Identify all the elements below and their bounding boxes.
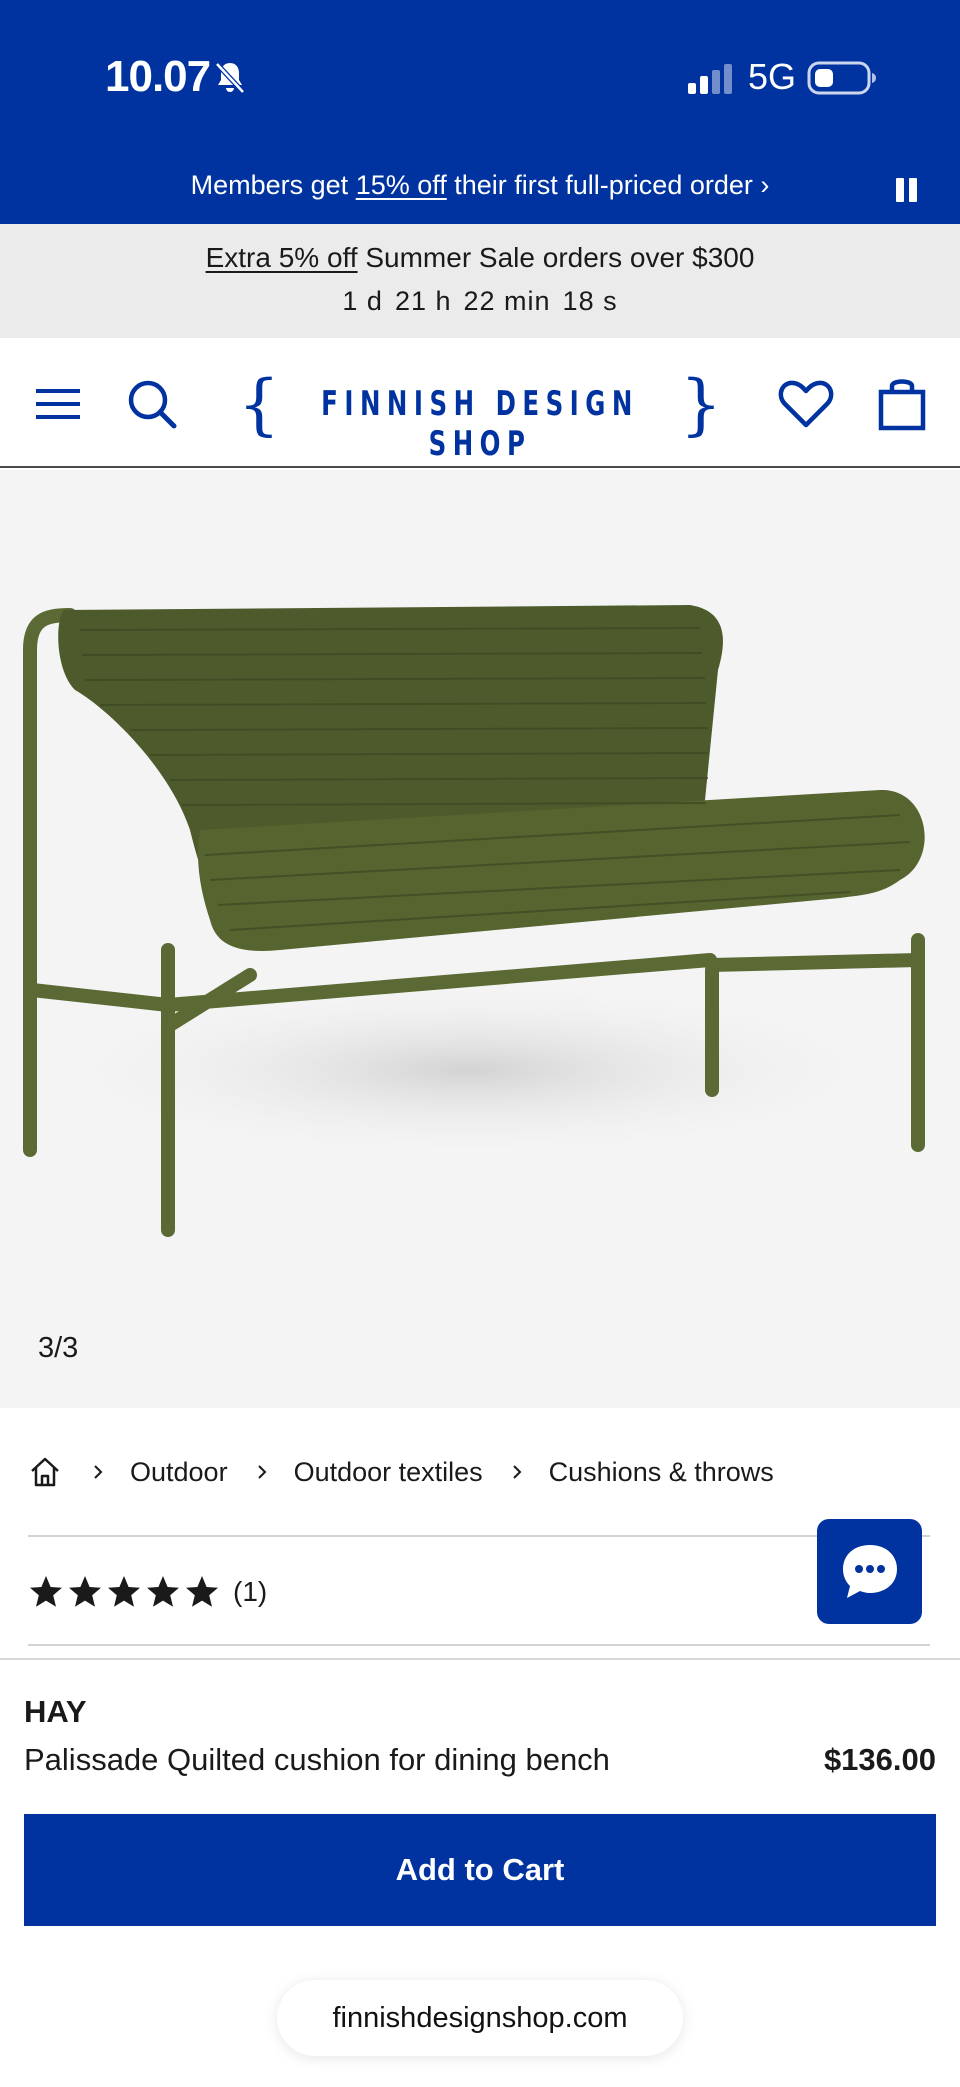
sale-text: Extra 5% off Summer Sale orders over $30…	[0, 242, 960, 274]
product-price: $136.00	[823, 1742, 936, 1777]
promo-prefix: Members get	[190, 170, 356, 200]
sale-banner[interactable]: Extra 5% off Summer Sale orders over $30…	[0, 224, 960, 338]
chevron-right-icon	[512, 1465, 522, 1479]
star-icon	[186, 1576, 218, 1607]
product-purchase-panel: HAY Palissade Quilted cushion for dining…	[0, 1658, 960, 2087]
status-bar: 10.07 5G	[0, 0, 960, 152]
breadcrumb-item[interactable]: Outdoor	[130, 1457, 228, 1488]
review-count[interactable]: (1)	[233, 1576, 267, 1608]
pause-icon[interactable]	[896, 178, 918, 202]
product-image-gallery[interactable]: 3/3	[0, 470, 960, 1408]
network-label: 5G	[748, 56, 797, 97]
signal-icon	[688, 64, 732, 94]
countdown-minutes: 22 min	[463, 286, 551, 316]
sale-highlight: Extra 5% off	[205, 242, 358, 273]
brand-name[interactable]: HAY	[24, 1694, 87, 1730]
heart-icon[interactable]	[776, 374, 836, 434]
breadcrumb-item[interactable]: Outdoor textiles	[294, 1457, 483, 1488]
logo-right-brace: }	[680, 366, 722, 443]
browser-url-bar[interactable]: finnishdesignshop.com	[277, 1980, 683, 2056]
product-name: Palissade Quilted cushion for dining ben…	[24, 1742, 610, 1777]
breadcrumb-item[interactable]: Cushions & throws	[549, 1457, 774, 1488]
sale-countdown: 1 d 21 h 22 min 18 s	[0, 286, 960, 317]
site-header: { FINNISH DESIGN SHOP }	[0, 338, 960, 468]
logo-text: FINNISH DESIGN SHOP	[321, 384, 639, 464]
star-icon	[69, 1576, 101, 1607]
chat-button[interactable]	[817, 1519, 922, 1624]
chevron-right-icon	[94, 1465, 103, 1479]
members-promo-banner[interactable]: Members get 15% off their first full-pri…	[0, 152, 960, 224]
status-time: 10.07	[105, 52, 211, 101]
star-icon	[108, 1576, 140, 1607]
product-rating[interactable]: (1)	[28, 1570, 267, 1614]
home-icon[interactable]	[28, 1455, 62, 1489]
countdown-seconds: 18 s	[562, 286, 618, 316]
countdown-days: 1 d	[342, 286, 383, 316]
menu-icon[interactable]	[30, 374, 90, 434]
search-icon[interactable]	[122, 374, 182, 434]
sale-description: Summer Sale orders over $300	[357, 242, 755, 273]
promo-highlight: 15% off	[355, 170, 447, 200]
bag-icon[interactable]	[872, 374, 932, 434]
breadcrumb: Outdoor Outdoor textiles Cushions & thro…	[28, 1452, 774, 1492]
logo-left-brace: {	[238, 366, 280, 443]
divider	[28, 1644, 930, 1646]
star-icon	[147, 1576, 179, 1607]
promo-suffix: their first full-priced order ›	[446, 170, 770, 200]
image-counter: 3/3	[38, 1332, 79, 1364]
promo-text[interactable]: Members get 15% off their first full-pri…	[0, 170, 960, 201]
bell-muted-icon	[215, 62, 245, 94]
countdown-hours: 21 h	[394, 286, 452, 316]
star-icon	[30, 1576, 62, 1607]
chat-bubble-icon	[843, 1545, 897, 1598]
divider	[28, 1535, 930, 1537]
product-image	[23, 605, 925, 1237]
add-to-cart-button[interactable]: Add to Cart	[24, 1814, 936, 1926]
chevron-right-icon	[257, 1465, 266, 1479]
site-logo[interactable]: { FINNISH DESIGN SHOP }	[238, 366, 722, 464]
battery-icon	[807, 61, 876, 95]
